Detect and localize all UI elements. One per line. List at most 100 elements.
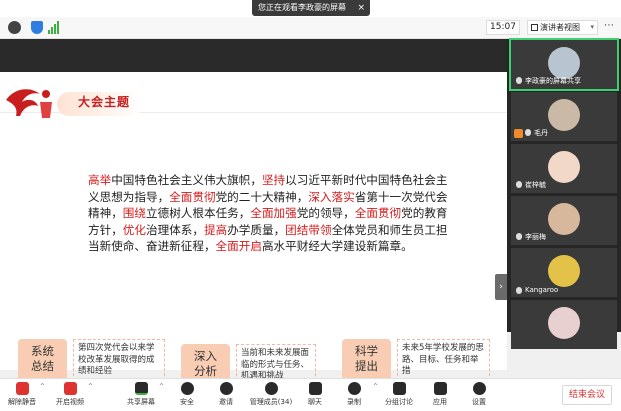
- tag-line: 总结: [31, 359, 54, 373]
- participant-tile[interactable]: 毛丹: [511, 92, 617, 141]
- chat-icon: [308, 382, 322, 395]
- add-user-icon: [219, 382, 233, 395]
- chevron-up-icon[interactable]: ^: [159, 383, 164, 390]
- share-screen-icon: [134, 382, 148, 395]
- screen-share-banner[interactable]: 您正在观看李政豪的屏幕 ×: [252, 0, 370, 16]
- box-tag: 系统 总结: [18, 339, 67, 381]
- tag-line: 提出: [355, 359, 378, 373]
- record-icon: [347, 382, 361, 395]
- chevron-down-icon: ▾: [590, 23, 594, 31]
- participants-icon: [264, 382, 278, 395]
- control-label: 聊天: [308, 398, 322, 406]
- highlight-text: 坚持: [261, 173, 286, 187]
- end-meeting-button[interactable]: 结束会议: [562, 385, 612, 405]
- slide-title: 大会主题: [78, 95, 131, 109]
- chat-button[interactable]: 聊天: [293, 382, 337, 407]
- participants-panel: 李政豪的屏幕共享 毛丹 崔梓毓 李丽梅 Kangaroo: [507, 38, 621, 349]
- participant-name: 李政豪的屏幕共享: [514, 76, 581, 86]
- avatar: [548, 203, 580, 235]
- paragraph-text: 办学质量，: [227, 222, 286, 237]
- top-bar: 您正在观看李政豪的屏幕 ×: [0, 0, 621, 17]
- gear-icon: [472, 382, 486, 395]
- control-label: 开启视频: [56, 398, 84, 406]
- paragraph-text: 高水平财经大学建设新篇章。: [261, 239, 413, 253]
- participant-tile[interactable]: 李政豪的屏幕共享: [509, 38, 619, 91]
- highlight-text: 团结带领: [285, 222, 332, 237]
- participant-name: Kangaroo: [514, 286, 558, 294]
- meeting-clock: 15:07: [486, 20, 520, 35]
- paragraph-text: 治理体系，: [146, 222, 204, 237]
- highlight-text: 优化: [122, 222, 146, 237]
- invite-button[interactable]: 邀请: [204, 382, 248, 407]
- settings-button[interactable]: 设置: [457, 382, 501, 407]
- breakout-icon: [392, 382, 406, 395]
- share-banner-text: 您正在观看李政豪的屏幕: [258, 3, 346, 12]
- participant-tile[interactable]: 李丽梅: [511, 196, 617, 245]
- manage-participants-button[interactable]: 管理成员(34): [246, 382, 296, 407]
- box-description: 第四次党代会以来学校改革发展取得的成绩和经验: [73, 339, 165, 381]
- paragraph-text: 党的领导，: [296, 206, 355, 220]
- close-icon[interactable]: ×: [357, 0, 365, 16]
- chevron-up-icon[interactable]: ^: [40, 383, 45, 390]
- paragraph-text: 中国特色社会主义伟大旗帜，: [111, 173, 262, 187]
- highlight-text: 提高: [203, 222, 228, 237]
- apps-button[interactable]: 应用: [418, 382, 462, 407]
- shield-icon[interactable]: [31, 21, 43, 34]
- record-button[interactable]: 录制: [332, 382, 376, 407]
- slide-top-strip: [0, 39, 507, 72]
- mic-muted-icon: [15, 382, 29, 395]
- control-label: 安全: [180, 398, 194, 406]
- unmute-button[interactable]: 解除静音: [0, 382, 44, 407]
- hand-raised-icon: [514, 129, 523, 138]
- avatar: [548, 99, 580, 131]
- highlight-text: 高举: [88, 173, 112, 187]
- highlight-text: 深入落实: [308, 189, 355, 204]
- control-label: 邀请: [219, 398, 233, 406]
- paragraph-text: 立德树人根本任务，: [146, 206, 251, 220]
- avatar: [548, 47, 580, 79]
- control-label: 分组讨论: [385, 398, 413, 406]
- presentation-slide: 大会主题 高举中国特色社会主义伟大旗帜，坚持以习近平新时代中国特色社会主义思想为…: [0, 72, 507, 400]
- participant-tile[interactable]: Kangaroo: [511, 248, 617, 297]
- highlight-text: 围绕: [122, 206, 146, 220]
- tag-line: 深入: [194, 349, 217, 363]
- paragraph-text: 党的二十大精神，: [215, 189, 309, 204]
- collapse-panel-button[interactable]: ›: [495, 274, 507, 300]
- participant-tile[interactable]: [511, 300, 617, 349]
- highlight-text: 全面贯彻: [354, 206, 402, 220]
- view-label: 演讲者视图: [540, 23, 580, 32]
- breakout-rooms-button[interactable]: 分组讨论: [377, 382, 421, 407]
- shared-screen: 大会主题 高举中国特色社会主义伟大旗帜，坚持以习近平新时代中国特色社会主义思想为…: [0, 39, 507, 400]
- control-label: 录制: [347, 398, 361, 406]
- tag-line: 分析: [194, 364, 217, 378]
- avatar: [548, 307, 580, 339]
- avatar: [548, 255, 580, 287]
- start-video-button[interactable]: 开启视频: [48, 382, 92, 407]
- control-label: 共享屏幕: [127, 398, 155, 406]
- control-label: 应用: [433, 398, 447, 406]
- participant-name: 毛丹: [523, 128, 548, 138]
- control-label: 管理成员(34): [249, 398, 293, 406]
- tag-line: 科学: [355, 344, 378, 358]
- chevron-up-icon[interactable]: ^: [88, 383, 93, 390]
- participant-tile[interactable]: 崔梓毓: [511, 144, 617, 193]
- more-icon[interactable]: ⋯: [604, 20, 614, 31]
- control-bar: 解除静音 ^ 开启视频 ^ 共享屏幕 ^ 安全 邀请 管理成员(34) 聊天 录…: [0, 378, 621, 411]
- signal-icon[interactable]: [48, 21, 60, 34]
- slide-paragraph: 高举中国特色社会主义伟大旗帜，坚持以习近平新时代中国特色社会主义思想为指导，全面…: [88, 172, 448, 255]
- video-off-icon: [63, 382, 77, 395]
- ribbon-logo: [6, 89, 52, 118]
- control-label: 解除静音: [8, 398, 36, 406]
- highlight-text: 全面开启: [215, 239, 262, 253]
- info-icon[interactable]: [8, 21, 21, 34]
- box-tag: 科学 提出: [342, 339, 391, 381]
- grid-icon: [531, 24, 538, 31]
- speaker-view-button[interactable]: 演讲者视图 ▾: [527, 20, 598, 35]
- share-screen-button[interactable]: 共享屏幕: [119, 382, 163, 407]
- highlight-text: 全面贯彻: [169, 189, 216, 204]
- highlight-text: 全面加强: [250, 206, 297, 220]
- tag-line: 系统: [31, 344, 54, 358]
- participant-name: 崔梓毓: [514, 180, 546, 190]
- security-button[interactable]: 安全: [165, 382, 209, 407]
- avatar: [548, 151, 580, 183]
